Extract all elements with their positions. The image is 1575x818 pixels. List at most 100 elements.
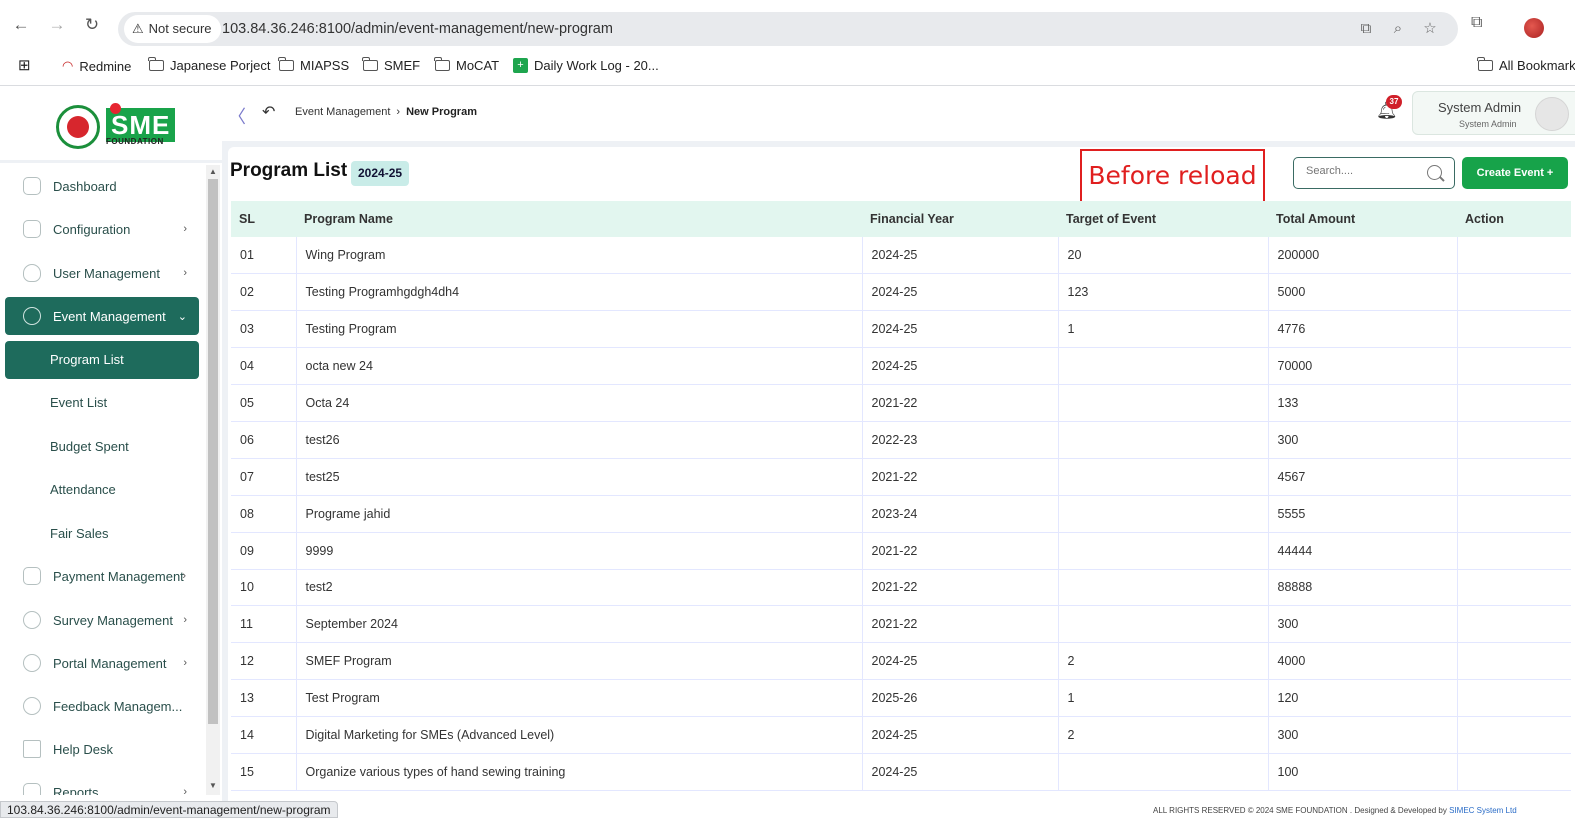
table-cell: 1 [1058,679,1269,718]
folder-icon [148,57,164,71]
not-secure-chip[interactable]: ⚠ Not secure [124,15,221,43]
user-menu[interactable]: System Admin System Admin [1412,91,1575,135]
forward-arrow-icon[interactable]: → [46,14,68,36]
sidebar-subitem-fair-sales[interactable]: Fair Sales [5,515,199,553]
collapse-sidebar-icon[interactable]: 〈 [228,103,246,129]
sidebar-item-label: Payment Management [53,568,184,584]
action-cell[interactable] [1457,384,1571,422]
sidebar-item-survey-management[interactable]: Survey Management › [5,601,199,639]
table-cell: 02 [231,273,297,312]
search-input[interactable] [1306,165,1426,177]
logo[interactable]: SME FOUNDATION [0,87,222,159]
warning-icon: ⚠ [132,21,144,36]
table-cell: 200000 [1268,237,1458,275]
table-row[interactable]: 04 octa new 24 2024-25 70000 [231,347,1571,386]
all-bookmarks[interactable]: All Bookmarks [1477,57,1575,73]
action-cell[interactable] [1457,458,1571,496]
table-cell [1058,421,1269,459]
table-cell [1058,753,1269,791]
bookmark-redmine[interactable]: ◠ Redmine [62,58,131,74]
sidebar-item-label: Feedback Managem... [53,698,183,714]
table-row[interactable]: 03 Testing Program 2024-25 1 4776 [231,310,1571,349]
sidebar-item-reports[interactable]: Reports › [5,773,199,795]
action-cell[interactable] [1457,679,1571,718]
chevron-down-icon: ⌄ [177,310,187,323]
action-cell[interactable] [1457,716,1571,754]
breadcrumb-parent[interactable]: Event Management [295,106,390,118]
reload-icon[interactable]: ↻ [81,14,103,36]
bookmark-mocat[interactable]: MoCAT [434,57,500,73]
column-header: Action [1457,201,1571,237]
table-row[interactable]: 13 Test Program 2025-26 1 120 [231,679,1571,718]
search-icon[interactable] [1427,165,1442,180]
action-cell[interactable] [1457,605,1571,644]
back-arrow-icon[interactable]: ← [10,14,32,36]
action-cell[interactable] [1457,495,1571,533]
action-cell[interactable] [1457,753,1571,791]
table-row[interactable]: 09 9999 2021-22 44444 [231,532,1571,570]
sidebar-subitem-attendance[interactable]: Attendance [5,471,199,509]
action-cell[interactable] [1457,237,1571,275]
action-cell[interactable] [1457,532,1571,570]
sidebar-subitem-program-list[interactable]: Program List [5,341,199,379]
sidebar-item-portal-management[interactable]: Portal Management › [5,644,199,682]
action-cell[interactable] [1457,347,1571,386]
create-event-button[interactable]: Create Event + [1462,157,1568,189]
table-row[interactable]: 01 Wing Program 2024-25 20 200000 [231,237,1571,275]
table-row[interactable]: 08 Programe jahid 2023-24 5555 [231,495,1571,533]
profile-avatar-icon[interactable] [1524,18,1544,38]
undo-back-icon[interactable]: ↶ [262,102,275,122]
table-row[interactable]: 11 September 2024 2021-22 300 [231,605,1571,644]
table-cell: 100 [1268,753,1458,791]
action-cell[interactable] [1457,273,1571,312]
table-cell: 2021-22 [862,532,1059,570]
action-cell[interactable] [1457,421,1571,459]
extensions-icon[interactable]: ⧉ [1471,14,1482,32]
table-row[interactable]: 14 Digital Marketing for SMEs (Advanced L… [231,716,1571,754]
address-bar[interactable]: ⚠ Not secure 103.84.36.246:8100/admin/ev… [118,12,1458,46]
star-icon[interactable]: ☆ [1420,19,1440,39]
table-row[interactable]: 10 test2 2021-22 88888 [231,569,1571,607]
scroll-up-icon[interactable]: ▲ [209,167,217,176]
table-row[interactable]: 05 Octa 24 2021-22 133 [231,384,1571,422]
table-row[interactable]: 12 SMEF Program 2024-25 2 4000 [231,642,1571,681]
url-text[interactable]: 103.84.36.246:8100/admin/event-managemen… [222,12,613,46]
sidebar-item-dashboard[interactable]: Dashboard [5,167,199,205]
action-cell[interactable] [1457,310,1571,349]
search-box[interactable] [1293,157,1455,189]
sidebar-subitem-event-list[interactable]: Event List [5,384,199,422]
table-row[interactable]: 02 Testing Programhgdgh4dh4 2024-25 123 5000 [231,273,1571,312]
table-row[interactable]: 07 test25 2021-22 4567 [231,458,1571,496]
sidebar-item-label: Configuration [53,221,131,237]
sidebar-item-user-management[interactable]: User Management › [5,254,199,292]
bookmark-label: MoCAT [456,58,500,73]
bookmark-miapss[interactable]: MIAPSS [278,57,349,73]
page-title: Program List [230,160,348,181]
sidebar-scrollbar[interactable]: ▲ ▼ [206,165,220,795]
bookmark-daily-work-log[interactable]: + Daily Work Log - 20... [513,58,659,73]
action-cell[interactable] [1457,569,1571,607]
table-row[interactable]: 15 Organize various types of hand sewing … [231,753,1571,791]
annotation-box: Before reload [1080,149,1265,203]
sidebar-item-event-management[interactable]: Event Management ⌄ [5,297,199,335]
scroll-down-icon[interactable]: ▼ [209,781,217,790]
sidebar-item-configuration[interactable]: Configuration › [5,210,199,248]
table-cell: 4000 [1268,642,1458,681]
apps-grid-icon[interactable]: ⊞ [18,56,31,74]
scrollbar-thumb[interactable] [208,179,218,724]
bookmark-japanese-project[interactable]: Japanese Porject [148,57,270,73]
table-row[interactable]: 06 test26 2022-23 300 [231,421,1571,459]
event-icon [23,307,41,325]
zoom-icon[interactable]: ⌕ [1388,19,1408,39]
translate-icon[interactable]: ⧉ [1356,19,1376,39]
bookmark-smef[interactable]: SMEF [362,57,420,73]
sidebar-item-feedback-management[interactable]: Feedback Managem... [5,687,199,725]
action-cell[interactable] [1457,642,1571,681]
table-cell: 2024-25 [862,642,1059,681]
dashboard-icon [23,177,41,195]
sidebar-item-payment-management[interactable]: Payment Management › [5,557,199,595]
fiscal-year-badge: 2024-25 [351,161,410,186]
footer-link[interactable]: SIMEC System Ltd [1449,806,1517,815]
sidebar-subitem-budget-spent[interactable]: Budget Spent [5,428,199,466]
sidebar-item-help-desk[interactable]: Help Desk [5,730,199,768]
